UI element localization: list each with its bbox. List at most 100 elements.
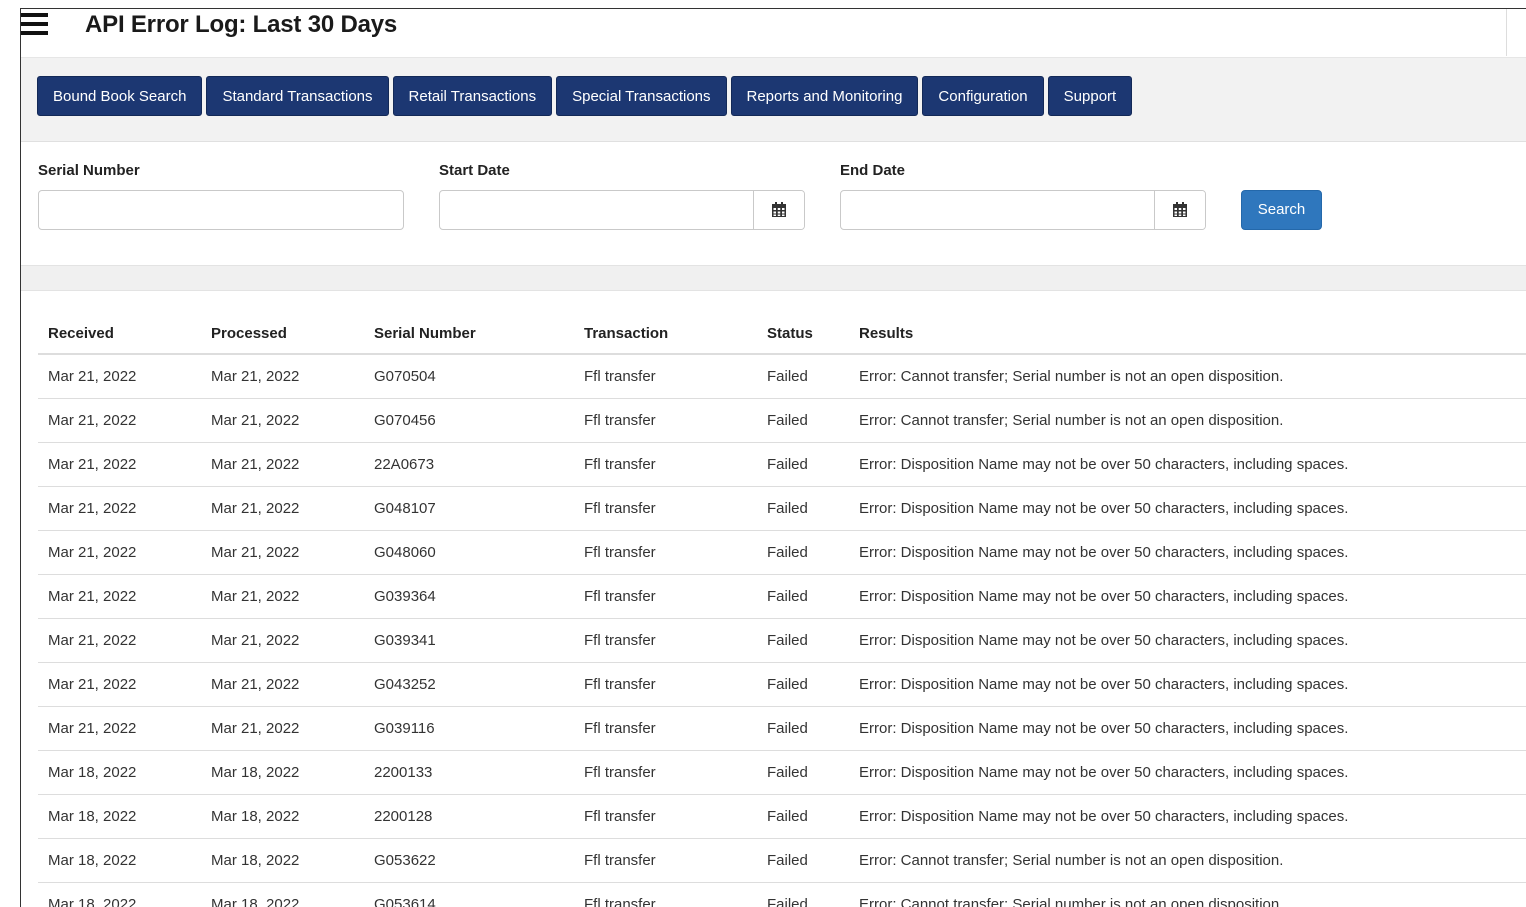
top-bar: API Error Log: Last 30 Days <box>21 9 1526 58</box>
column-header-transaction[interactable]: Transaction <box>574 313 757 354</box>
cell-received: Mar 21, 2022 <box>38 531 201 575</box>
cell-processed: Mar 18, 2022 <box>201 883 364 907</box>
hamburger-menu-icon[interactable] <box>20 13 48 35</box>
cell-processed: Mar 21, 2022 <box>201 707 364 751</box>
nav-support-button[interactable]: Support <box>1048 76 1133 116</box>
calendar-icon <box>1172 202 1188 218</box>
nav-retail-transactions-button[interactable]: Retail Transactions <box>393 76 553 116</box>
cell-status: Failed <box>757 575 849 619</box>
cell-received: Mar 18, 2022 <box>38 883 201 907</box>
cell-transaction: Ffl transfer <box>574 839 757 883</box>
column-header-processed[interactable]: Processed <box>201 313 364 354</box>
cell-transaction: Ffl transfer <box>574 883 757 907</box>
cell-results: Error: Disposition Name may not be over … <box>849 795 1526 839</box>
column-header-status[interactable]: Status <box>757 313 849 354</box>
table-row[interactable]: Mar 18, 2022 Mar 18, 2022 G053614 Ffl tr… <box>38 883 1526 907</box>
column-header-results[interactable]: Results <box>849 313 1526 354</box>
cell-results: Error: Disposition Name may not be over … <box>849 751 1526 795</box>
end-date-calendar-button[interactable] <box>1154 191 1205 229</box>
main-nav: Bound Book Search Standard Transactions … <box>21 58 1526 142</box>
cell-results: Error: Cannot transfer; Serial number is… <box>849 883 1526 907</box>
cell-serial-number: G039341 <box>364 619 574 663</box>
table-header-row: Received Processed Serial Number Transac… <box>38 313 1526 354</box>
topbar-divider <box>1506 9 1526 56</box>
cell-status: Failed <box>757 751 849 795</box>
cell-results: Error: Disposition Name may not be over … <box>849 531 1526 575</box>
cell-processed: Mar 18, 2022 <box>201 795 364 839</box>
table-row[interactable]: Mar 21, 2022 Mar 21, 2022 G039116 Ffl tr… <box>38 707 1526 751</box>
cell-serial-number: 2200133 <box>364 751 574 795</box>
cell-processed: Mar 21, 2022 <box>201 575 364 619</box>
app-window: API Error Log: Last 30 Days Bound Book S… <box>20 8 1526 907</box>
cell-serial-number: G048107 <box>364 487 574 531</box>
cell-received: Mar 21, 2022 <box>38 707 201 751</box>
cell-received: Mar 21, 2022 <box>38 354 201 399</box>
search-button[interactable]: Search <box>1241 190 1322 230</box>
column-header-serial-number[interactable]: Serial Number <box>364 313 574 354</box>
cell-status: Failed <box>757 663 849 707</box>
start-date-calendar-button[interactable] <box>753 191 804 229</box>
table-row[interactable]: Mar 18, 2022 Mar 18, 2022 G053622 Ffl tr… <box>38 839 1526 883</box>
table-row[interactable]: Mar 21, 2022 Mar 21, 2022 G048107 Ffl tr… <box>38 487 1526 531</box>
cell-results: Error: Cannot transfer; Serial number is… <box>849 839 1526 883</box>
cell-received: Mar 21, 2022 <box>38 399 201 443</box>
calendar-icon <box>771 202 787 218</box>
nav-special-transactions-button[interactable]: Special Transactions <box>556 76 726 116</box>
cell-status: Failed <box>757 531 849 575</box>
cell-results: Error: Disposition Name may not be over … <box>849 619 1526 663</box>
cell-serial-number: G039364 <box>364 575 574 619</box>
cell-transaction: Ffl transfer <box>574 354 757 399</box>
serial-number-label: Serial Number <box>38 162 140 179</box>
cell-status: Failed <box>757 883 849 907</box>
table-row[interactable]: Mar 21, 2022 Mar 21, 2022 22A0673 Ffl tr… <box>38 443 1526 487</box>
cell-received: Mar 21, 2022 <box>38 619 201 663</box>
cell-results: Error: Disposition Name may not be over … <box>849 443 1526 487</box>
cell-status: Failed <box>757 619 849 663</box>
cell-serial-number: G053614 <box>364 883 574 907</box>
cell-status: Failed <box>757 443 849 487</box>
cell-processed: Mar 18, 2022 <box>201 751 364 795</box>
cell-serial-number: G039116 <box>364 707 574 751</box>
cell-transaction: Ffl transfer <box>574 575 757 619</box>
cell-transaction: Ffl transfer <box>574 619 757 663</box>
start-date-input[interactable] <box>440 191 753 229</box>
cell-transaction: Ffl transfer <box>574 399 757 443</box>
nav-configuration-button[interactable]: Configuration <box>922 76 1043 116</box>
table-row[interactable]: Mar 21, 2022 Mar 21, 2022 G043252 Ffl tr… <box>38 663 1526 707</box>
table-row[interactable]: Mar 18, 2022 Mar 18, 2022 2200128 Ffl tr… <box>38 795 1526 839</box>
section-separator <box>21 265 1526 291</box>
cell-results: Error: Cannot transfer; Serial number is… <box>849 354 1526 399</box>
end-date-input[interactable] <box>841 191 1154 229</box>
cell-status: Failed <box>757 707 849 751</box>
cell-processed: Mar 21, 2022 <box>201 354 364 399</box>
cell-received: Mar 18, 2022 <box>38 751 201 795</box>
end-date-group <box>840 190 1206 230</box>
table-row[interactable]: Mar 18, 2022 Mar 18, 2022 2200133 Ffl tr… <box>38 751 1526 795</box>
cell-processed: Mar 21, 2022 <box>201 531 364 575</box>
cell-processed: Mar 18, 2022 <box>201 839 364 883</box>
page-title: API Error Log: Last 30 Days <box>85 11 397 39</box>
cell-transaction: Ffl transfer <box>574 443 757 487</box>
table-row[interactable]: Mar 21, 2022 Mar 21, 2022 G070456 Ffl tr… <box>38 399 1526 443</box>
filter-form: Serial Number Start Date <box>21 142 1526 265</box>
nav-button-group: Bound Book Search Standard Transactions … <box>37 76 1132 116</box>
serial-number-input[interactable] <box>38 190 404 230</box>
cell-transaction: Ffl transfer <box>574 531 757 575</box>
nav-reports-monitoring-button[interactable]: Reports and Monitoring <box>731 76 919 116</box>
table-row[interactable]: Mar 21, 2022 Mar 21, 2022 G048060 Ffl tr… <box>38 531 1526 575</box>
nav-standard-transactions-button[interactable]: Standard Transactions <box>206 76 388 116</box>
nav-bound-book-search-button[interactable]: Bound Book Search <box>37 76 202 116</box>
cell-transaction: Ffl transfer <box>574 751 757 795</box>
table-row[interactable]: Mar 21, 2022 Mar 21, 2022 G039364 Ffl tr… <box>38 575 1526 619</box>
error-log-table: Received Processed Serial Number Transac… <box>38 313 1526 907</box>
error-log-table-container: Received Processed Serial Number Transac… <box>21 291 1526 907</box>
cell-received: Mar 21, 2022 <box>38 575 201 619</box>
cell-serial-number: G043252 <box>364 663 574 707</box>
end-date-label: End Date <box>840 162 905 179</box>
table-row[interactable]: Mar 21, 2022 Mar 21, 2022 G070504 Ffl tr… <box>38 354 1526 399</box>
column-header-received[interactable]: Received <box>38 313 201 354</box>
cell-results: Error: Cannot transfer; Serial number is… <box>849 399 1526 443</box>
cell-received: Mar 18, 2022 <box>38 795 201 839</box>
table-row[interactable]: Mar 21, 2022 Mar 21, 2022 G039341 Ffl tr… <box>38 619 1526 663</box>
cell-serial-number: 22A0673 <box>364 443 574 487</box>
